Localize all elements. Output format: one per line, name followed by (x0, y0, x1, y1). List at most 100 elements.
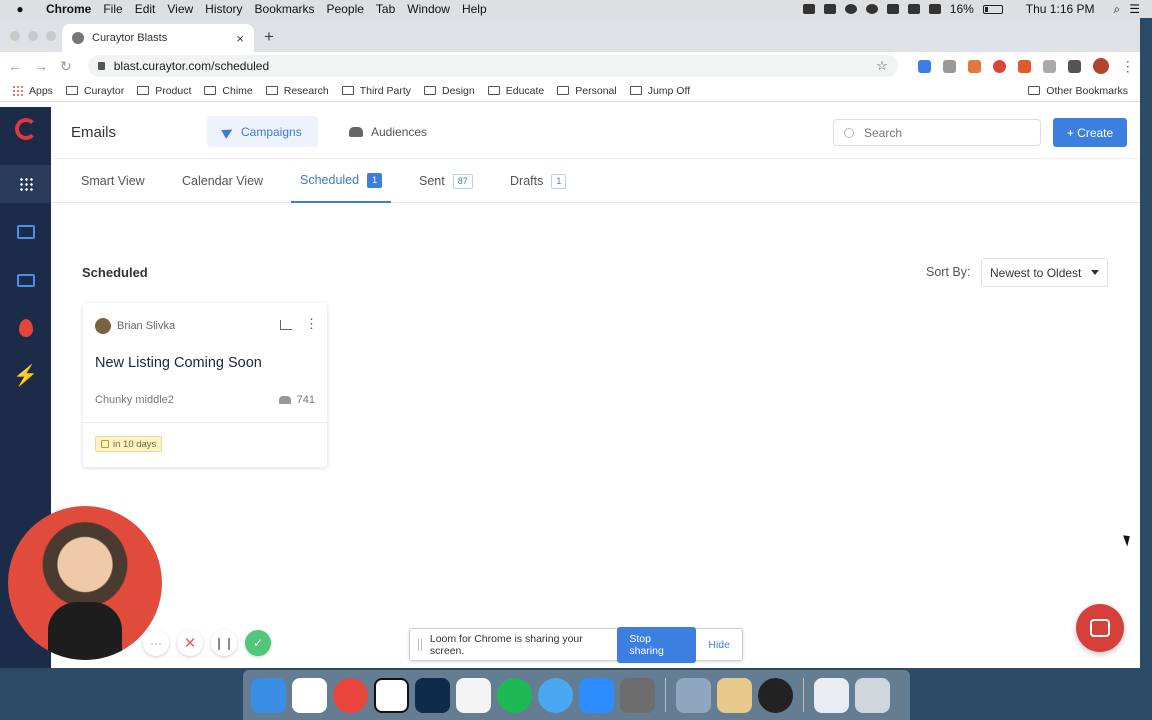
bookmark-star-icon[interactable]: ☆ (876, 58, 888, 74)
webcam-bubble[interactable] (8, 506, 162, 660)
bookmark-research[interactable]: Research (265, 85, 329, 97)
close-window-icon[interactable] (10, 31, 20, 41)
zoom-window-icon[interactable] (46, 31, 56, 41)
lock-icon[interactable] (97, 62, 105, 70)
bookmark-personal[interactable]: Personal (557, 85, 617, 97)
sidebar-item-hot[interactable] (0, 309, 51, 347)
folder-icon (424, 86, 437, 95)
sidebar-item-website[interactable] (0, 213, 51, 251)
address-bar[interactable]: blast.curaytor.com/scheduled ☆ (87, 55, 898, 77)
tab-calendar-view[interactable]: Calendar View (182, 159, 263, 203)
menu-help[interactable]: Help (456, 2, 493, 16)
more-icon[interactable]: ··· (143, 630, 169, 656)
curaytor-logo-icon[interactable] (15, 118, 37, 140)
airplay-icon[interactable] (886, 4, 899, 14)
menu-bookmarks[interactable]: Bookmarks (249, 2, 321, 16)
cloud-icon[interactable] (865, 4, 878, 14)
preview-icon[interactable] (676, 677, 711, 713)
calendar-icon[interactable] (456, 677, 491, 713)
system-preferences-icon[interactable] (620, 677, 655, 713)
cancel-recording-icon[interactable]: ✕ (177, 630, 203, 656)
email-card[interactable]: Brian Slivka ⋮ New Listing Coming Soon C… (83, 303, 327, 467)
chat-launcher-button[interactable] (1076, 604, 1124, 652)
more-options-icon[interactable]: ⋮ (305, 317, 318, 330)
tab-close-icon[interactable]: × (236, 31, 244, 46)
photoshop-icon[interactable] (415, 677, 450, 713)
control-center-icon[interactable]: ☰ (1129, 2, 1140, 16)
bookmark-chime[interactable]: Chime (204, 85, 253, 97)
messages-icon[interactable] (538, 677, 573, 713)
tab-sent[interactable]: Sent 87 (419, 159, 473, 203)
menu-app[interactable]: Chrome (40, 2, 97, 16)
sidebar-item-automation[interactable]: ⚡ (0, 357, 51, 395)
bookmark-educate[interactable]: Educate (487, 85, 544, 97)
audiences-button[interactable]: Audiences (333, 116, 443, 147)
bookmark-product[interactable]: Product (137, 85, 191, 97)
new-tab-icon[interactable]: + (264, 27, 274, 47)
tab-scheduled[interactable]: Scheduled 1 (291, 159, 392, 203)
spotify-icon[interactable] (497, 677, 532, 713)
forward-icon[interactable]: → (34, 58, 48, 74)
zoom-extension-icon[interactable] (917, 59, 931, 73)
downloads-icon[interactable] (814, 677, 849, 713)
spotlight-icon[interactable]: ⌕ (1114, 2, 1121, 17)
drag-handle-icon[interactable] (418, 638, 422, 651)
icloud-icon[interactable] (758, 677, 793, 713)
create-button[interactable]: + Create (1053, 118, 1127, 147)
mail-extension-icon[interactable] (967, 59, 981, 73)
bookmark-design[interactable]: Design (424, 85, 475, 97)
stop-sharing-button[interactable]: Stop sharing (617, 626, 697, 663)
menu-window[interactable]: Window (401, 2, 456, 16)
card-title[interactable]: New Listing Coming Soon (95, 355, 262, 371)
sort-select[interactable]: Newest to Oldest (981, 258, 1108, 287)
battery-icon[interactable] (982, 4, 1003, 14)
menu-history[interactable]: History (199, 2, 248, 16)
chrome-menu-icon[interactable]: ⋮ (1121, 58, 1135, 75)
lastpass-extension-icon[interactable] (992, 59, 1006, 73)
profile-avatar[interactable] (1092, 58, 1109, 74)
menu-tab[interactable]: Tab (370, 2, 401, 16)
tab-smart-view[interactable]: Smart View (81, 159, 145, 203)
slack-icon[interactable] (292, 677, 327, 713)
sidebar-item-apps[interactable] (0, 165, 51, 203)
wifi-icon[interactable] (928, 4, 941, 14)
browser-tab[interactable]: Curaytor Blasts × (62, 24, 254, 52)
minimize-window-icon[interactable] (28, 31, 38, 41)
bookmark-third-party[interactable]: Third Party (341, 85, 411, 97)
battery-extension-icon[interactable] (1042, 59, 1056, 73)
chrome-icon[interactable] (333, 677, 368, 713)
stats-chart-icon[interactable] (280, 320, 292, 330)
menu-view[interactable]: View (161, 2, 199, 16)
bookmark-curaytor[interactable]: Curaytor (65, 85, 124, 97)
sidebar-item-emails[interactable] (0, 261, 51, 299)
bookmark-apps[interactable]: Apps (12, 85, 53, 97)
zoom-icon[interactable] (823, 4, 836, 14)
zoom-app-icon[interactable] (579, 677, 614, 713)
tab-drafts[interactable]: Drafts 1 (510, 159, 567, 203)
puzzle-extensions-icon[interactable] (1067, 59, 1081, 73)
notion-icon[interactable] (374, 677, 409, 713)
trash-icon[interactable] (855, 677, 890, 713)
camera-extension-icon[interactable] (942, 59, 956, 73)
finder-icon[interactable] (251, 677, 286, 713)
reload-icon[interactable]: ↻ (60, 58, 72, 75)
loom-icon[interactable] (844, 4, 857, 14)
menu-file[interactable]: File (97, 2, 128, 16)
pause-icon[interactable]: ❙❙ (211, 630, 237, 656)
menu-edit[interactable]: Edit (129, 2, 162, 16)
textedit-icon[interactable] (717, 677, 752, 713)
finish-recording-icon[interactable]: ✓ (245, 630, 271, 656)
bookmark-other[interactable]: Other Bookmarks (1028, 85, 1128, 97)
bluetooth-icon[interactable] (907, 4, 920, 14)
clock[interactable]: Thu 1:16 PM (1026, 2, 1095, 16)
hide-button[interactable]: Hide (704, 639, 734, 651)
apple-icon[interactable]: ● (0, 2, 40, 16)
back-icon[interactable]: ← (8, 58, 22, 74)
people-icon (349, 126, 363, 137)
mic-icon[interactable] (802, 4, 815, 14)
bird-extension-icon[interactable] (1017, 59, 1031, 73)
search-input[interactable] (864, 125, 1014, 140)
campaigns-button[interactable]: Campaigns (207, 116, 318, 147)
bookmark-jump-off[interactable]: Jump Off (629, 85, 690, 97)
menu-people[interactable]: People (321, 2, 370, 16)
